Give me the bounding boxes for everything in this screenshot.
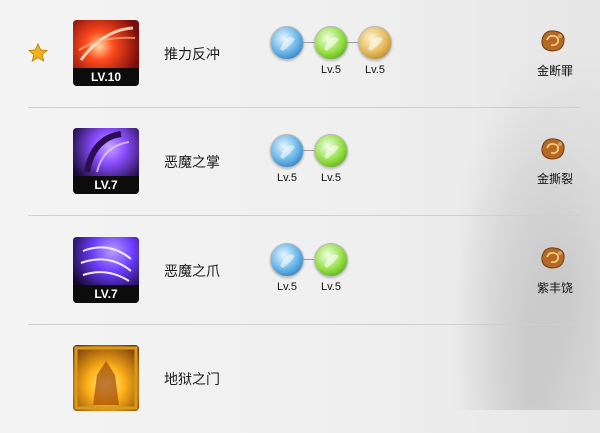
rune-circle (314, 134, 348, 168)
gem-name: 金撕裂 (536, 172, 573, 186)
gem-name: 金断罪 (536, 64, 573, 78)
rune-level: Lv.5 (321, 64, 341, 76)
green-skull-icon[interactable] (314, 243, 348, 277)
skill-row[interactable]: 地狱之门 (0, 325, 600, 433)
row-divider (28, 215, 580, 216)
rune-circle (314, 26, 348, 60)
rune-circle (270, 134, 304, 168)
skill-name: 推力反冲 (164, 47, 220, 63)
amber-gem-icon[interactable] (538, 28, 568, 54)
rune-connector (303, 259, 314, 260)
skill-art (73, 237, 139, 285)
amber-gem-icon[interactable] (538, 136, 568, 162)
gold-spikes-icon[interactable] (358, 26, 392, 60)
skill-level-badge: LV.10 (73, 68, 139, 86)
rune-circle (314, 243, 348, 277)
skill-name: 地狱之门 (164, 372, 220, 388)
skill-name: 恶魔之掌 (164, 155, 220, 171)
green-claw-icon[interactable] (314, 134, 348, 168)
skill-level-badge: LV.7 (73, 285, 139, 303)
rune-level: Lv.5 (321, 172, 341, 184)
skill-art (73, 20, 139, 68)
rune-level: Lv.5 (277, 172, 297, 184)
rune-circle (270, 243, 304, 277)
rune-connector (303, 42, 314, 43)
rune-circle (358, 26, 392, 60)
rune-circle (270, 26, 304, 60)
rune-level: Lv.5 (277, 281, 297, 293)
skill-level-badge: LV.7 (73, 176, 139, 194)
favorite-star-icon[interactable] (27, 42, 49, 64)
rune-connector (303, 150, 314, 151)
blue-bird-icon[interactable] (270, 134, 304, 168)
rune-level: Lv.5 (321, 281, 341, 293)
skill-art (73, 345, 139, 411)
green-burst-icon[interactable] (314, 26, 348, 60)
skill-demon-claw-icon[interactable]: LV.7 (73, 237, 139, 303)
blue-swirl-icon[interactable] (270, 243, 304, 277)
skill-push-recoil-icon[interactable]: LV.10 (73, 20, 139, 86)
skill-row[interactable]: LV.7 恶魔之爪 Lv.5 Lv.5 紫丰饶 (0, 217, 600, 325)
skill-row[interactable]: LV.7 恶魔之掌 Lv.5 Lv.5 金撕裂 (0, 108, 600, 216)
blue-totem-icon[interactable] (270, 26, 304, 60)
amber-gem-icon[interactable] (538, 245, 568, 271)
rune-level: Lv.5 (365, 64, 385, 76)
skill-name: 恶魔之爪 (164, 264, 220, 280)
skill-art (73, 128, 139, 176)
skill-row[interactable]: LV.10 推力反冲 Lv.5 Lv.5 金断罪 (0, 0, 600, 108)
skill-hell-gate-icon[interactable] (73, 345, 139, 411)
skill-demon-palm-icon[interactable]: LV.7 (73, 128, 139, 194)
rune-connector (347, 42, 358, 43)
gem-name: 紫丰饶 (536, 281, 573, 295)
